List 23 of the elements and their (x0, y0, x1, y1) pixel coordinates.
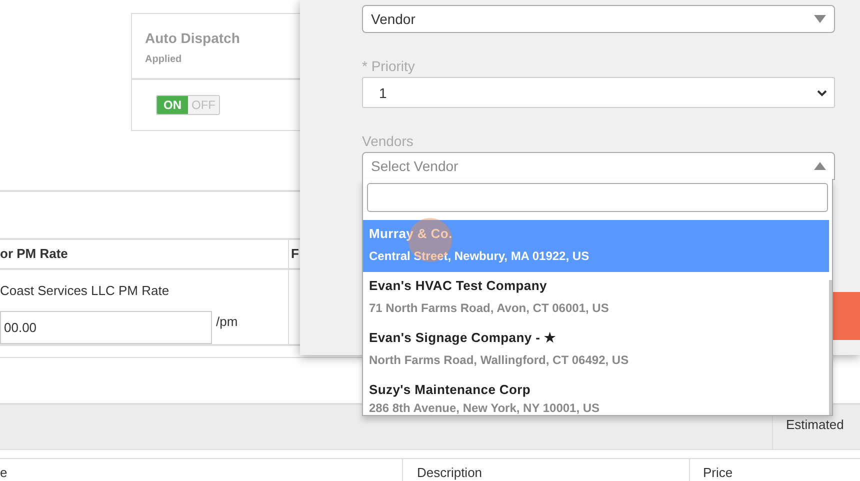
caret-down-icon (814, 14, 826, 24)
chevron-down-icon (816, 88, 828, 98)
field-label: * Priority (362, 58, 415, 74)
rate-field[interactable]: 00.00 (0, 311, 212, 344)
scrollbar[interactable] (829, 280, 832, 415)
vendor-select[interactable]: Select Vendor (362, 152, 835, 180)
column-header: F (290, 245, 299, 263)
column-header: Description (417, 465, 482, 480)
priority-select[interactable]: 1 (362, 77, 835, 108)
rate-label: Coast Services LLC PM Rate (0, 283, 170, 298)
column-header: e (0, 465, 8, 480)
card-title: Auto Dispatch (145, 30, 240, 46)
search-field[interactable] (367, 183, 828, 212)
card-status: Applied (145, 54, 182, 65)
vendor-option[interactable]: Evan's HVAC Test Company 71 North Farms Road, Avon, CT 06001, US (363, 272, 829, 324)
type-select[interactable]: Vendor (362, 5, 835, 33)
caret-up-icon (814, 161, 826, 171)
column-header: or PM Rate (0, 240, 289, 268)
vendor-option[interactable]: Evan's Signage Company - ★ North Farms Road, Wallingford, CT 06492, US (363, 324, 829, 376)
field-label: Vendors (362, 133, 414, 149)
column-header: Price (703, 465, 733, 480)
action-button[interactable] (833, 292, 860, 340)
unit-label: /pm (216, 314, 238, 329)
